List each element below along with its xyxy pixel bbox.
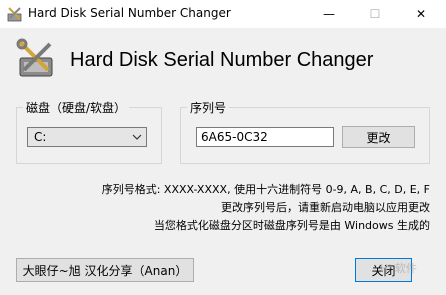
maximize-button[interactable]: ☐ (352, 0, 398, 28)
info-restart-line: 更改序列号后，请重新启动电脑以应用更改 (221, 201, 430, 214)
info-text: 序列号格式: XXXX-XXXX, 使用十六进制符号 0-9, A, B, C,… (102, 181, 430, 235)
disk-select-value: C: (34, 130, 47, 144)
serial-group-label: 序列号 (187, 99, 230, 116)
window-title: Hard Disk Serial Number Changer (28, 6, 231, 20)
credit-button[interactable]: 大眼仔~旭 汉化分享（Anan） (16, 258, 194, 282)
change-serial-button[interactable]: 更改 (342, 126, 415, 148)
disk-select[interactable]: C: (27, 127, 147, 147)
serial-group: 序列号 更改 (180, 99, 430, 164)
chevron-down-icon (132, 134, 142, 140)
tools-disk-icon (16, 38, 53, 77)
disk-group: 磁盘（硬盘/软盘） C: (16, 99, 162, 164)
close-window-button[interactable]: ✕ (398, 0, 444, 28)
app-icon (7, 7, 22, 22)
minimize-button[interactable]: — (306, 0, 352, 28)
title-bar: Hard Disk Serial Number Changer — ☐ ✕ (0, 0, 446, 28)
info-windows-line: 当您格式化磁盘分区时磁盘序列号是由 Windows 生成的 (153, 219, 430, 232)
serial-number-input[interactable] (196, 127, 334, 147)
disk-group-label: 磁盘（硬盘/软盘） (23, 99, 130, 116)
app-heading: Hard Disk Serial Number Changer (70, 49, 374, 71)
info-format-line: 序列号格式: XXXX-XXXX, 使用十六进制符号 0-9, A, B, C,… (101, 183, 430, 196)
watermark: Hi 软件 (380, 262, 417, 275)
